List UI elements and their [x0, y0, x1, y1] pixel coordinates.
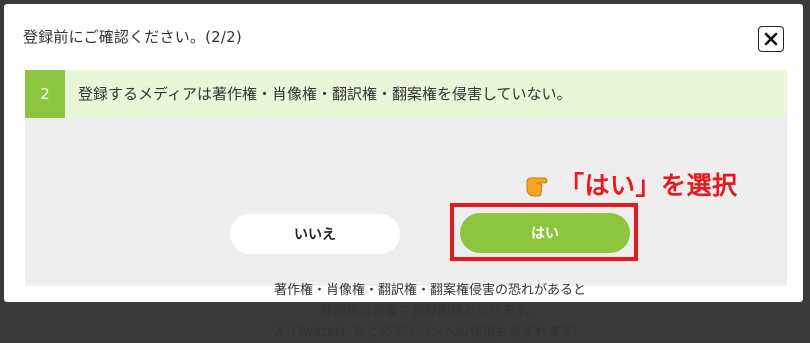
- question-panel: 2 登録するメディアは著作権・肖像権・翻訳権・翻案権を侵害していない。 「はい」…: [25, 70, 787, 340]
- annotation: 「はい」を選択: [525, 164, 738, 204]
- notice-line: 登録後の審査で登録削除となります。: [320, 304, 540, 319]
- question-number-badge: 2: [25, 70, 65, 118]
- close-x-icon: [764, 32, 778, 46]
- notice-text: 著作権・肖像権・翻訳権・翻案権侵害の恐れがあると 登録後の審査で登録削除となりま…: [225, 280, 635, 343]
- annotation-text: 「はい」を選択: [559, 171, 738, 200]
- question-header: 2 登録するメディアは著作権・肖像権・翻訳権・翻案権を侵害していない。: [25, 70, 787, 118]
- yes-button[interactable]: はい: [460, 213, 630, 253]
- no-button[interactable]: いいえ: [230, 214, 400, 254]
- dialog-title: 登録前にご確認ください。(2/2): [23, 28, 242, 46]
- pointing-hand-icon: [526, 177, 548, 197]
- confirmation-dialog: 登録前にご確認ください。(2/2) 2 登録するメディアは著作権・肖像権・翻訳権…: [4, 4, 803, 340]
- close-button[interactable]: [758, 26, 784, 52]
- question-text: 登録するメディアは著作権・肖像権・翻訳権・翻案権を侵害していない。: [78, 85, 572, 103]
- notice-line: X（Twitter）などのアイコンへの使用も含まれます。: [274, 325, 586, 340]
- notice-line: 著作権・肖像権・翻訳権・翻案権侵害の恐れがあると: [273, 283, 586, 298]
